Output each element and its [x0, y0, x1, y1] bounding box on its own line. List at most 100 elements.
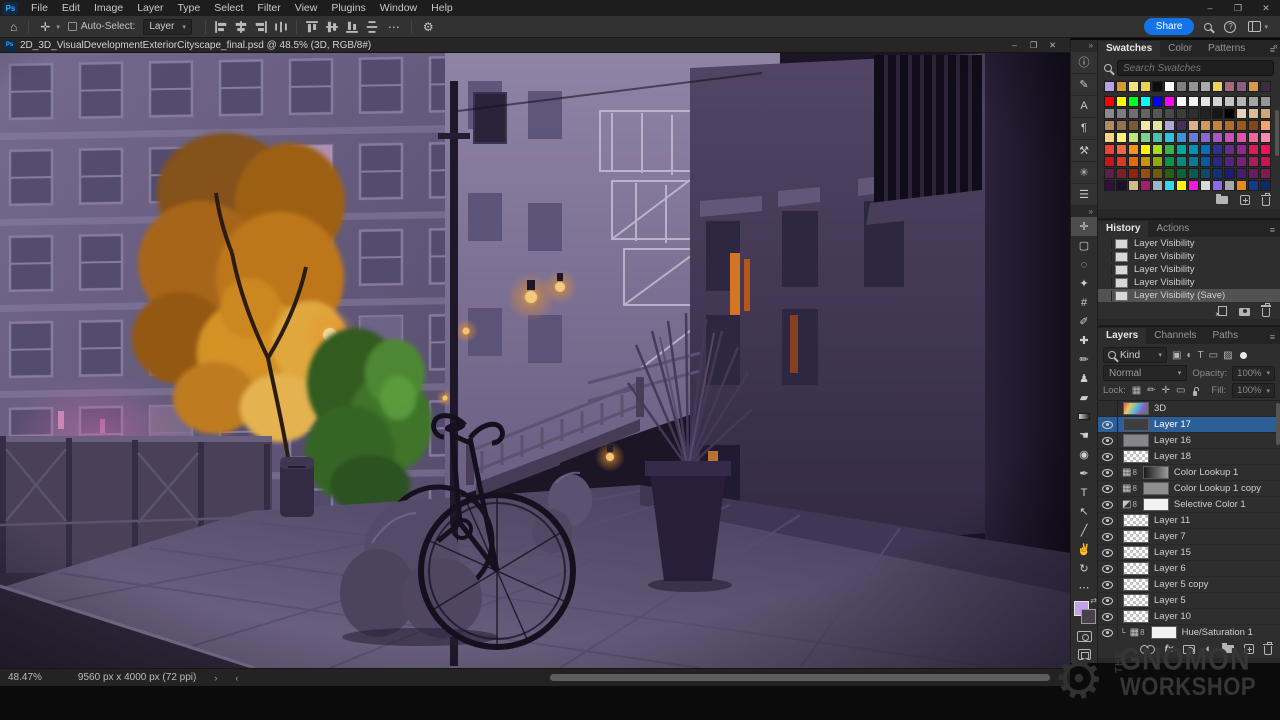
- move-tool[interactable]: ✛: [1071, 217, 1097, 236]
- swatch[interactable]: [1200, 168, 1211, 179]
- tab-color[interactable]: Color: [1160, 41, 1200, 57]
- delete-state-icon[interactable]: [1262, 308, 1270, 317]
- swatch[interactable]: [1104, 156, 1115, 167]
- swatch[interactable]: [1116, 180, 1127, 191]
- delete-swatch-icon[interactable]: [1262, 197, 1270, 206]
- swatch[interactable]: [1212, 81, 1223, 92]
- gradient-tool[interactable]: [1071, 407, 1097, 426]
- tab-layers[interactable]: Layers: [1098, 328, 1146, 344]
- swatch[interactable]: [1212, 120, 1223, 131]
- swatch[interactable]: [1248, 81, 1259, 92]
- swatch[interactable]: [1104, 144, 1115, 155]
- swatch[interactable]: [1224, 132, 1235, 143]
- delete-layer-icon[interactable]: [1264, 646, 1272, 655]
- swatch[interactable]: [1176, 144, 1187, 155]
- layer-row[interactable]: Layer 6: [1098, 561, 1280, 577]
- visibility-toggle[interactable]: [1098, 481, 1118, 496]
- panel-menu-icon[interactable]: ≡: [1270, 225, 1280, 237]
- restore-button[interactable]: ❐: [1224, 3, 1252, 14]
- layer-row[interactable]: Layer 7: [1098, 529, 1280, 545]
- search-icon[interactable]: [1204, 23, 1212, 31]
- layer-row[interactable]: Layer 11: [1098, 513, 1280, 529]
- canvas-viewport[interactable]: [0, 53, 1070, 668]
- swatch[interactable]: [1224, 96, 1235, 107]
- swatch[interactable]: [1200, 180, 1211, 191]
- swatch[interactable]: [1236, 132, 1247, 143]
- swatch[interactable]: [1152, 156, 1163, 167]
- swatch[interactable]: [1200, 144, 1211, 155]
- menu-layer[interactable]: Layer: [130, 2, 170, 14]
- visibility-toggle[interactable]: [1098, 433, 1118, 448]
- tab-paths[interactable]: Paths: [1205, 328, 1247, 344]
- swatch[interactable]: [1224, 180, 1235, 191]
- layer-row[interactable]: Layer 10: [1098, 609, 1280, 625]
- horizontal-scrollbar-thumb[interactable]: [550, 674, 1050, 681]
- add-layer-mask-icon[interactable]: [1183, 645, 1195, 654]
- share-button[interactable]: Share: [1144, 18, 1195, 35]
- history-source-checkbox[interactable]: [1100, 291, 1112, 301]
- swatch[interactable]: [1176, 156, 1187, 167]
- swatch[interactable]: [1236, 96, 1247, 107]
- swatch[interactable]: [1140, 132, 1151, 143]
- menu-help[interactable]: Help: [424, 2, 460, 14]
- more-options-icon[interactable]: ⋯: [382, 20, 406, 34]
- healing-brush-tool[interactable]: ✚: [1071, 331, 1097, 350]
- swatch[interactable]: [1188, 81, 1199, 92]
- swatch[interactable]: [1260, 156, 1271, 167]
- new-swatch-icon[interactable]: [1240, 195, 1250, 205]
- swatch[interactable]: [1164, 144, 1175, 155]
- pen-tool[interactable]: ✒: [1071, 464, 1097, 483]
- history-state[interactable]: Layer Visibility (Save): [1098, 289, 1280, 302]
- history-state[interactable]: Layer Visibility: [1098, 263, 1280, 276]
- lock-artboard-icon[interactable]: ▭: [1176, 385, 1185, 396]
- swatch[interactable]: [1176, 108, 1187, 119]
- swatch[interactable]: [1236, 81, 1247, 92]
- visibility-toggle[interactable]: [1098, 529, 1118, 544]
- adjustments-panel-icon[interactable]: ☰: [1071, 184, 1097, 206]
- swatch[interactable]: [1248, 144, 1259, 155]
- swatch[interactable]: [1188, 156, 1199, 167]
- visibility-toggle[interactable]: [1098, 577, 1118, 592]
- doc-restore-button[interactable]: ❐: [1024, 40, 1043, 51]
- brush-settings-panel-icon[interactable]: ✎: [1071, 74, 1097, 96]
- swatch-search-input[interactable]: [1123, 63, 1268, 74]
- history-state[interactable]: Layer Visibility: [1098, 276, 1280, 289]
- clone-stamp-tool[interactable]: ♟: [1071, 369, 1097, 388]
- swatch[interactable]: [1212, 132, 1223, 143]
- swatch[interactable]: [1176, 168, 1187, 179]
- history-source-checkbox[interactable]: [1100, 265, 1112, 275]
- dock-collapse-icon[interactable]: «: [1273, 41, 1278, 51]
- align-top-icon[interactable]: [305, 20, 319, 34]
- swatch[interactable]: [1152, 81, 1163, 92]
- history-source-checkbox[interactable]: [1100, 252, 1112, 262]
- swatch[interactable]: [1248, 168, 1259, 179]
- swatch[interactable]: [1200, 108, 1211, 119]
- swatch[interactable]: [1188, 144, 1199, 155]
- tab-actions[interactable]: Actions: [1148, 221, 1197, 237]
- visibility-toggle[interactable]: [1098, 417, 1118, 432]
- visibility-toggle[interactable]: [1098, 609, 1118, 624]
- swatch[interactable]: [1116, 132, 1127, 143]
- swatch[interactable]: [1260, 108, 1271, 119]
- swatch[interactable]: [1212, 144, 1223, 155]
- swatch[interactable]: [1164, 81, 1175, 92]
- visibility-toggle[interactable]: [1098, 449, 1118, 464]
- swatch[interactable]: [1128, 156, 1139, 167]
- swatch[interactable]: [1128, 96, 1139, 107]
- align-middle-icon[interactable]: [325, 20, 339, 34]
- move-tool-icon[interactable]: ✛: [34, 20, 56, 34]
- home-icon[interactable]: ⌂: [4, 20, 23, 34]
- lasso-tool[interactable]: ◌: [1071, 255, 1097, 274]
- visibility-toggle[interactable]: [1098, 497, 1118, 512]
- swatch[interactable]: [1212, 108, 1223, 119]
- new-swatch-group-icon[interactable]: [1216, 196, 1228, 204]
- layer-row[interactable]: Layer 17: [1098, 417, 1280, 433]
- swatch[interactable]: [1128, 81, 1139, 92]
- layer-style-icon[interactable]: fx: [1164, 644, 1173, 655]
- panel-collapse-chevrons[interactable]: »: [1071, 40, 1097, 52]
- crop-tool[interactable]: #: [1071, 293, 1097, 312]
- swatch[interactable]: [1176, 96, 1187, 107]
- swatch[interactable]: [1152, 180, 1163, 191]
- history-source-checkbox[interactable]: [1100, 239, 1112, 249]
- filter-shape-layers-icon[interactable]: ▭: [1209, 350, 1218, 361]
